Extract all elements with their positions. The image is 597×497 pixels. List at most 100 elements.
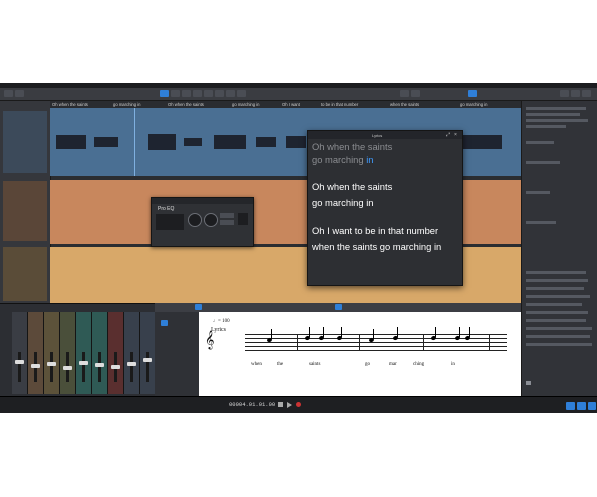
- browser-row[interactable]: [526, 271, 586, 274]
- lyric-item[interactable]: go marching in: [113, 102, 140, 107]
- gain-knob[interactable]: [204, 213, 218, 227]
- browser-row[interactable]: [526, 295, 590, 298]
- channel-fader[interactable]: [95, 352, 104, 382]
- score-syllable[interactable]: go: [365, 362, 370, 367]
- browser-row[interactable]: [526, 343, 592, 346]
- lyric-item[interactable]: Oh when the saints: [168, 102, 204, 107]
- browser-row[interactable]: [526, 279, 588, 282]
- menu-button[interactable]: [4, 90, 13, 97]
- channel-fader[interactable]: [63, 352, 72, 382]
- score-syllable[interactable]: the: [277, 362, 283, 367]
- browser-row[interactable]: [526, 113, 580, 116]
- browser-row[interactable]: [526, 311, 588, 314]
- track-header-vocal[interactable]: [3, 111, 47, 173]
- fader-handle[interactable]: [15, 360, 24, 364]
- song-page-button[interactable]: [468, 90, 477, 97]
- expand-icon[interactable]: ⤢: [446, 132, 450, 138]
- edit-button[interactable]: [566, 402, 575, 410]
- mixer-channel[interactable]: [92, 312, 108, 394]
- mixer-channel[interactable]: [76, 312, 92, 394]
- channel-fader[interactable]: [15, 352, 24, 382]
- fader-handle[interactable]: [63, 366, 72, 370]
- mixer-channel[interactable]: [108, 312, 124, 394]
- edit-view-button[interactable]: [560, 90, 569, 97]
- score-syllable[interactable]: saints: [309, 362, 320, 367]
- score-syllable[interactable]: mar: [389, 362, 397, 367]
- browser-row[interactable]: [526, 335, 590, 338]
- browser-row[interactable]: [526, 141, 554, 144]
- mixer-channel[interactable]: [28, 312, 44, 394]
- browser-row[interactable]: [526, 191, 550, 194]
- quantize-button[interactable]: [411, 90, 420, 97]
- browser-row[interactable]: [526, 303, 582, 306]
- browser-row[interactable]: [526, 327, 592, 330]
- mixer-channel[interactable]: [44, 312, 60, 394]
- select-tool-button[interactable]: [160, 90, 169, 97]
- channel-fader[interactable]: [47, 352, 56, 382]
- lyric-item[interactable]: to be in that number: [321, 102, 358, 107]
- channel-fader[interactable]: [79, 352, 88, 382]
- arrow-tool-button[interactable]: [15, 90, 24, 97]
- split-tool-button[interactable]: [182, 90, 191, 97]
- track-header-3[interactable]: [3, 247, 47, 301]
- mixer-channel[interactable]: [60, 312, 76, 394]
- browse-view-button[interactable]: [582, 90, 591, 97]
- browser-row[interactable]: [526, 125, 566, 128]
- palette-button[interactable]: [161, 320, 168, 326]
- mix-view-button[interactable]: [571, 90, 580, 97]
- lyric-item[interactable]: when the saints: [390, 102, 419, 107]
- lyric-item[interactable]: go marching in: [460, 102, 487, 107]
- folder-icon[interactable]: [526, 381, 531, 385]
- browser-row[interactable]: [526, 161, 560, 164]
- browser-row[interactable]: [526, 119, 588, 122]
- channel-fader[interactable]: [31, 352, 40, 382]
- score-syllable[interactable]: ching: [413, 362, 424, 367]
- mixer-channel[interactable]: [124, 312, 140, 394]
- mix-button[interactable]: [577, 402, 586, 410]
- fader-handle[interactable]: [31, 364, 40, 368]
- score-syllable[interactable]: in: [451, 362, 455, 367]
- editor-pencil-button[interactable]: [195, 304, 202, 310]
- paint-tool-button[interactable]: [204, 90, 213, 97]
- browser-row[interactable]: [526, 319, 586, 322]
- close-icon[interactable]: ×: [454, 132, 457, 138]
- editor-view-button[interactable]: [335, 304, 342, 310]
- browser-row[interactable]: [526, 107, 586, 110]
- fader-handle[interactable]: [143, 358, 152, 362]
- fader-handle[interactable]: [111, 365, 120, 369]
- browser-row[interactable]: [526, 221, 556, 224]
- plugin-option-button[interactable]: [220, 213, 234, 218]
- browse-button[interactable]: [588, 402, 596, 410]
- stop-icon[interactable]: [278, 402, 283, 407]
- fader-handle[interactable]: [95, 363, 104, 367]
- score-syllable[interactable]: when: [251, 362, 262, 367]
- snap-button[interactable]: [400, 90, 409, 97]
- fader-handle[interactable]: [79, 361, 88, 365]
- staff-line: [245, 342, 507, 343]
- lyric-item[interactable]: Oh when the saints: [52, 102, 88, 107]
- browser-row[interactable]: [526, 287, 584, 290]
- plugin-titlebar[interactable]: [152, 198, 253, 204]
- mixer-channel[interactable]: [12, 312, 28, 394]
- eraser-tool-button[interactable]: [193, 90, 202, 97]
- lyrics-panel-header[interactable]: Lyrics ⤢ ×: [308, 131, 462, 139]
- listen-tool-button[interactable]: [237, 90, 246, 97]
- mute-tool-button[interactable]: [215, 90, 224, 97]
- bend-tool-button[interactable]: [226, 90, 235, 97]
- track-header-2[interactable]: [3, 181, 47, 241]
- range-tool-button[interactable]: [171, 90, 180, 97]
- channel-fader[interactable]: [111, 352, 120, 382]
- fader-handle[interactable]: [127, 362, 136, 366]
- lyric-item[interactable]: Oh I want: [282, 102, 300, 107]
- fader-handle[interactable]: [47, 362, 56, 366]
- lyric-item[interactable]: go marching in: [232, 102, 259, 107]
- record-icon[interactable]: [296, 402, 301, 407]
- mixer-channel-main[interactable]: [140, 312, 156, 394]
- channel-fader[interactable]: [127, 352, 136, 382]
- note-stem: [397, 327, 398, 337]
- channel-fader[interactable]: [143, 352, 152, 382]
- input-knob[interactable]: [188, 213, 202, 227]
- playhead[interactable]: [134, 108, 135, 176]
- play-icon[interactable]: [287, 402, 292, 408]
- plugin-option-button[interactable]: [220, 220, 234, 225]
